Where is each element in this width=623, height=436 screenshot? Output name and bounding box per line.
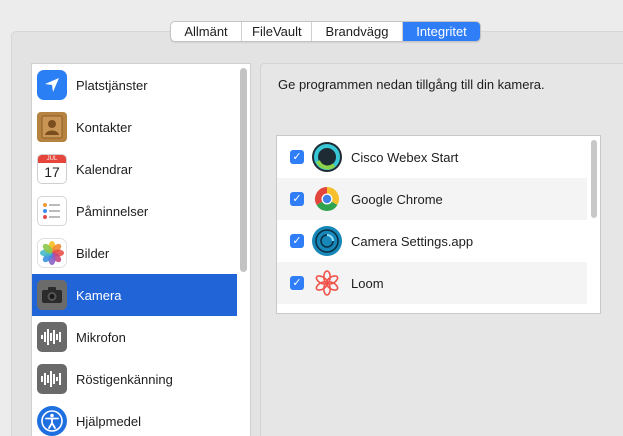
camera-icon: [37, 280, 67, 310]
loom-icon: [312, 268, 342, 298]
reminders-list-icon: [37, 196, 67, 226]
app-label: Camera Settings.app: [351, 233, 474, 249]
app-label: Cisco Webex Start: [351, 149, 459, 165]
sidebar-item-label: Röstigenkänning: [76, 371, 173, 387]
sidebar-item-label: Platstjänster: [76, 77, 148, 93]
calendar-icon: JUL 17: [37, 154, 67, 184]
sidebar-item-microphone[interactable]: Mikrofon: [32, 316, 237, 358]
sidebar-item-label: Mikrofon: [76, 329, 126, 345]
sidebar-item-label: Hjälpmedel: [76, 413, 142, 429]
app-label: Loom: [351, 275, 384, 291]
sidebar-item-location-services[interactable]: Platstjänster: [32, 64, 237, 106]
tab-bar: Allmänt FileVault Brandvägg Integritet: [170, 21, 481, 42]
sidebar-item-label: Påminnelser: [76, 203, 149, 219]
app-permission-list[interactable]: ✓ Cisco Webex Start ✓ Google Chrome ✓ Ca…: [276, 135, 601, 314]
camera-settings-icon: [312, 226, 342, 256]
sidebar-item-accessibility[interactable]: Hjälpmedel: [32, 400, 237, 436]
tab-filevault[interactable]: FileVault: [242, 22, 312, 41]
sidebar-scrollbar[interactable]: [240, 68, 247, 272]
app-checkbox-webex[interactable]: ✓: [290, 150, 304, 164]
microphone-waveform-icon: [37, 322, 67, 352]
app-row-loom[interactable]: ✓ Loom: [277, 262, 587, 304]
app-list-scrollbar[interactable]: [591, 140, 597, 218]
app-label: Google Chrome: [351, 191, 443, 207]
chrome-icon: [312, 184, 342, 214]
accessibility-person-icon: [37, 406, 67, 436]
photos-flower-icon: [37, 238, 67, 268]
sidebar-item-label: Bilder: [76, 245, 110, 261]
app-checkbox-camera-settings[interactable]: ✓: [290, 234, 304, 248]
sidebar-item-contacts[interactable]: Kontakter: [32, 106, 237, 148]
sidebar-item-camera[interactable]: Kamera: [32, 274, 237, 316]
app-row-chrome[interactable]: ✓ Google Chrome: [277, 178, 587, 220]
app-row-partial[interactable]: [277, 304, 587, 313]
sidebar-item-speech-recognition[interactable]: Röstigenkänning: [32, 358, 237, 400]
tab-firewall[interactable]: Brandvägg: [312, 22, 403, 41]
sidebar-item-label: Kamera: [76, 287, 122, 303]
sidebar-item-reminders[interactable]: Påminnelser: [32, 190, 237, 232]
sidebar-item-photos[interactable]: Bilder: [32, 232, 237, 274]
app-checkbox-loom[interactable]: ✓: [290, 276, 304, 290]
contacts-book-icon: [37, 112, 67, 142]
camera-access-description: Ge programmen nedan tillgång till din ka…: [278, 77, 545, 92]
location-arrow-icon: [37, 70, 67, 100]
sidebar-item-label: Kontakter: [76, 119, 132, 135]
privacy-category-list[interactable]: Platstjänster Kontakter JUL 17 Kalendrar…: [31, 63, 251, 436]
tab-general[interactable]: Allmänt: [171, 22, 242, 41]
sidebar-item-calendars[interactable]: JUL 17 Kalendrar: [32, 148, 237, 190]
sidebar-item-label: Kalendrar: [76, 161, 133, 177]
calendar-day: 17: [44, 164, 60, 180]
app-checkbox-chrome[interactable]: ✓: [290, 192, 304, 206]
tab-privacy[interactable]: Integritet: [403, 22, 480, 41]
webex-icon: [312, 142, 342, 172]
calendar-month: JUL: [38, 155, 66, 163]
app-row-webex[interactable]: ✓ Cisco Webex Start: [277, 136, 587, 178]
speech-waveform-icon: [37, 364, 67, 394]
app-row-camera-settings[interactable]: ✓ Camera Settings.app: [277, 220, 587, 262]
